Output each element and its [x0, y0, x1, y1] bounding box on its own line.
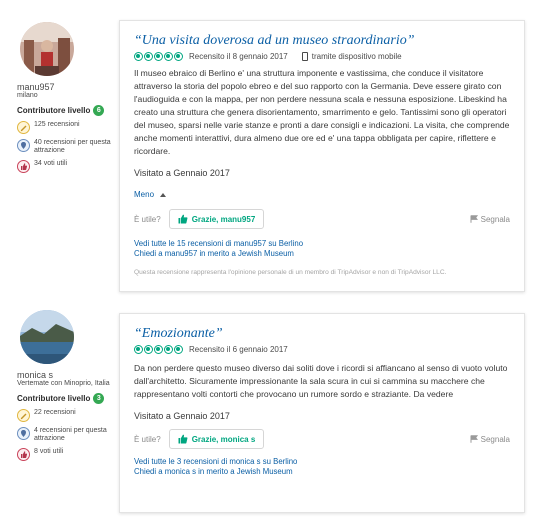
review-device: tramite dispositivo mobile: [311, 52, 402, 61]
pencil-icon: [17, 121, 30, 134]
review-title[interactable]: “Una visita doverosa ad un museo straord…: [134, 33, 510, 49]
stat-reviews: 125 recensioni: [17, 121, 117, 134]
location-pin-icon: [17, 427, 30, 440]
report-button[interactable]: Segnala: [470, 215, 510, 224]
review-links: Vedi tutte le 3 recensioni di monica s s…: [134, 457, 510, 477]
thumbs-up-icon: [178, 214, 188, 224]
review-date: Recensito il 8 gennaio 2017: [189, 52, 288, 61]
location-pin-icon: [17, 139, 30, 152]
mobile-device-icon: [301, 52, 308, 61]
less-toggle[interactable]: Meno: [134, 190, 510, 199]
reviewer-info: monica s Vertemate con Minoprio, Italia …: [17, 310, 117, 461]
rating-bubble-icon: [144, 52, 153, 61]
level-badge: 3: [93, 393, 105, 404]
review-card: “Una visita doverosa ad un museo straord…: [119, 20, 525, 292]
contributor-level: Contributore livello 3: [17, 393, 117, 404]
thumbs-up-icon: [17, 160, 30, 173]
stat-attraction-reviews: 40 recensioni per questa attrazione: [17, 139, 117, 155]
useful-label: È utile?: [134, 214, 161, 224]
level-badge: 6: [93, 105, 105, 116]
thumbs-up-icon: [17, 448, 30, 461]
reviewer-info: manu957 milano Contributore livello 6 12…: [17, 22, 117, 173]
level-label: Contributore livello: [17, 106, 91, 115]
flag-icon: [470, 215, 478, 223]
stat-attraction-reviews: 4 recensioni per questa attrazione: [17, 427, 117, 443]
reviewer-location: milano: [17, 92, 38, 99]
review-title[interactable]: “Emozionante”: [134, 326, 510, 342]
ask-reviewer-link[interactable]: Chiedi a monica s in merito a Jewish Mus…: [134, 467, 510, 477]
reviewer-name[interactable]: monica s: [17, 370, 117, 380]
chevron-up-icon: [160, 192, 167, 197]
rating-bubble-icon: [174, 52, 183, 61]
review-meta: Recensito il 8 gennaio 2017 tramite disp…: [134, 52, 510, 61]
pencil-icon: [17, 409, 30, 422]
review-body: Il museo ebraico di Berlino e' una strut…: [134, 68, 510, 156]
review-card: “Emozionante” Recensito il 6 gennaio 201…: [119, 313, 525, 513]
ask-reviewer-link[interactable]: Chiedi a manu957 in merito a Jewish Muse…: [134, 249, 510, 259]
rating-bubble-icon: [144, 345, 153, 354]
contributor-level: Contributore livello 6: [17, 105, 117, 116]
reviewer-location: Vertemate con Minoprio, Italia: [17, 380, 110, 387]
level-label: Contributore livello: [17, 394, 91, 403]
avatar[interactable]: [20, 310, 74, 364]
helpful-row: È utile? Grazie, manu957 Segnala: [134, 209, 510, 229]
disclaimer: Questa recensione rappresenta l'opinione…: [134, 269, 447, 276]
review-body: Da non perdere questo museo diverso dai …: [134, 363, 508, 399]
all-reviews-link[interactable]: Vedi tutte le 15 recensioni di manu957 s…: [134, 239, 510, 249]
rating-bubble-icon: [134, 345, 143, 354]
rating-bubble-icon: [164, 52, 173, 61]
helpful-row: È utile? Grazie, monica s Segnala: [134, 429, 510, 449]
useful-label: È utile?: [134, 434, 161, 444]
report-button[interactable]: Segnala: [470, 435, 510, 444]
rating-bubbles: [134, 52, 184, 61]
thanks-button[interactable]: Grazie, manu957: [168, 209, 265, 229]
flag-icon: [470, 435, 478, 443]
stat-helpful-votes: 8 voti utili: [17, 448, 117, 461]
rating-bubble-icon: [154, 345, 163, 354]
stat-reviews: 22 recensioni: [17, 409, 117, 422]
rating-bubble-icon: [164, 345, 173, 354]
review-date: Recensito il 6 gennaio 2017: [189, 345, 288, 354]
avatar[interactable]: [20, 22, 74, 76]
thumbs-up-icon: [178, 434, 188, 444]
rating-bubble-icon: [174, 345, 183, 354]
thanks-button[interactable]: Grazie, monica s: [168, 429, 265, 449]
rating-bubbles: [134, 345, 184, 354]
reviewer-name[interactable]: manu957: [17, 82, 117, 92]
review-links: Vedi tutte le 15 recensioni di manu957 s…: [134, 239, 510, 259]
review-meta: Recensito il 6 gennaio 2017: [134, 345, 510, 354]
rating-bubble-icon: [134, 52, 143, 61]
all-reviews-link[interactable]: Vedi tutte le 3 recensioni di monica s s…: [134, 457, 510, 467]
rating-bubble-icon: [154, 52, 163, 61]
visited-date: Visitato a Gennaio 2017: [134, 411, 230, 421]
stat-helpful-votes: 34 voti utili: [17, 160, 117, 173]
visited-date: Visitato a Gennaio 2017: [134, 168, 230, 178]
